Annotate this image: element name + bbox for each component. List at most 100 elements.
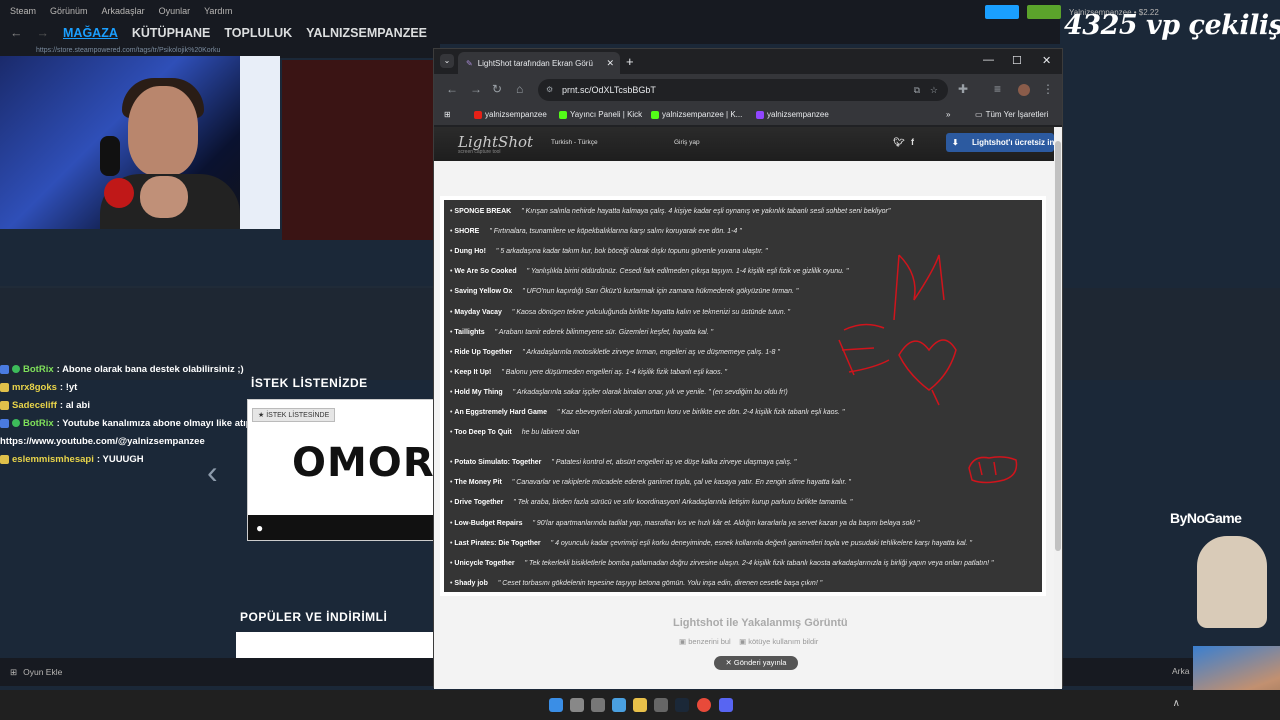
chat-text: https://www.youtube.com/@yalnizsempanzee bbox=[0, 435, 205, 447]
chat-username[interactable]: mrx8goks bbox=[12, 382, 57, 393]
scrollbar-thumb[interactable] bbox=[1055, 141, 1061, 551]
back-arrow-icon[interactable]: ← bbox=[10, 26, 23, 40]
steam-menubar: Steam Görünüm Arkadaşlar Oyunlar Yardım bbox=[0, 0, 1060, 22]
feather-icon: ✎ bbox=[466, 58, 473, 68]
forward-arrow-icon[interactable]: → bbox=[37, 26, 50, 40]
search-icon[interactable] bbox=[570, 698, 584, 712]
tab-lightshot[interactable]: ✎ LightShot tarafından Ekran Görü ✕ bbox=[458, 52, 620, 74]
steam-menu-games[interactable]: Oyunlar bbox=[159, 6, 191, 16]
profile-avatar[interactable] bbox=[1018, 84, 1030, 96]
bookmark-label: Tüm Yer İşaretleri bbox=[985, 110, 1049, 119]
steam-menu-steam[interactable]: Steam bbox=[10, 6, 36, 16]
task-view-icon[interactable] bbox=[591, 698, 605, 712]
lightshot-tagline: screen capture tool bbox=[458, 149, 501, 155]
close-window-icon[interactable]: ✕ bbox=[1042, 54, 1051, 67]
popular-title: POPÜLER VE İNDİRİMLİ bbox=[240, 610, 388, 624]
reload-icon[interactable]: ↻ bbox=[492, 82, 502, 96]
facebook-icon[interactable]: f bbox=[911, 137, 914, 147]
new-tab-icon[interactable]: + bbox=[626, 54, 634, 69]
chat-username[interactable]: BotRix bbox=[23, 364, 54, 375]
language-select[interactable]: Turkish - Türkçe bbox=[551, 139, 598, 146]
chat-text: : al abi bbox=[59, 399, 90, 411]
giveaway-overlay-text: 4325 vp çekiliş bbox=[1064, 10, 1280, 41]
youtube-icon bbox=[474, 110, 482, 119]
nav-profile[interactable]: YALNIZSEMPANZEE bbox=[306, 26, 427, 40]
chat-message: BotRix: Abone olarak bana destek olabili… bbox=[0, 360, 440, 378]
chat-badge-icon bbox=[0, 418, 9, 428]
nav-community[interactable]: TOPLULUK bbox=[224, 26, 292, 40]
install-icon[interactable]: ⧉ bbox=[914, 79, 920, 101]
forward-icon[interactable]: → bbox=[470, 82, 482, 96]
find-similar-link[interactable]: benzerini bul bbox=[688, 637, 731, 646]
report-link[interactable]: kötüye kullanım bildir bbox=[748, 637, 818, 646]
kick-icon bbox=[559, 110, 567, 119]
page-scrollbar[interactable] bbox=[1054, 127, 1062, 689]
tray-chevron-icon[interactable]: ∧ bbox=[1173, 698, 1180, 709]
start-icon[interactable] bbox=[549, 698, 563, 712]
chat-username[interactable]: eslemmismhesapi bbox=[12, 454, 94, 465]
settings-icon[interactable] bbox=[654, 698, 668, 712]
tab-search-icon[interactable]: ⌄ bbox=[440, 54, 454, 68]
media-icon[interactable]: ≡ bbox=[994, 82, 1001, 96]
kick-icon bbox=[651, 110, 659, 119]
add-game-button[interactable]: Oyun Ekle bbox=[23, 667, 62, 677]
flag-icon: ▣ bbox=[739, 637, 747, 646]
maximize-icon[interactable]: ☐ bbox=[1012, 54, 1022, 67]
chat-text: : YUUUGH bbox=[96, 453, 144, 465]
screenshot-content: • SPONGE BREAK " Kırışan salınla nehirde … bbox=[444, 200, 1042, 592]
verified-icon bbox=[12, 365, 20, 373]
discord-icon[interactable] bbox=[719, 698, 733, 712]
tab-close-icon[interactable]: ✕ bbox=[606, 58, 614, 69]
x-icon: ✕ bbox=[725, 658, 732, 667]
apps-icon[interactable]: ⊞ bbox=[444, 110, 451, 119]
menu-icon[interactable]: ⋮ bbox=[1042, 82, 1054, 96]
carousel-prev-icon[interactable]: ‹ bbox=[207, 454, 218, 491]
screenshot-image[interactable]: • SPONGE BREAK " Kırışan salınla nehirde … bbox=[440, 196, 1046, 596]
chat-username[interactable]: BotRix bbox=[23, 418, 54, 429]
explorer-icon[interactable] bbox=[633, 698, 647, 712]
bookmark-kick-channel[interactable]: yalnizsempanzee | K... bbox=[651, 110, 742, 119]
home-icon[interactable]: ⌂ bbox=[516, 82, 523, 96]
bookmark-youtube[interactable]: yalnizsempanzee bbox=[474, 110, 547, 119]
steam-menu-help[interactable]: Yardım bbox=[204, 6, 232, 16]
login-link[interactable]: Giriş yap bbox=[674, 139, 700, 146]
wishlist-game-card[interactable]: ★ İSTEK LİSTESİNDE OMORI ● bbox=[247, 399, 450, 541]
notification-button[interactable] bbox=[1027, 5, 1061, 19]
widgets-icon[interactable] bbox=[612, 698, 626, 712]
platform-bar: ● bbox=[248, 515, 436, 540]
bookmark-kick-panel[interactable]: Yayıncı Paneli | Kick bbox=[559, 110, 642, 119]
tab-strip: ⌄ ✎ LightShot tarafından Ekran Görü ✕ + … bbox=[434, 49, 1062, 74]
more-bookmarks-icon[interactable]: » bbox=[946, 110, 950, 119]
bookmark-twitch[interactable]: yalnizsempanzee bbox=[756, 110, 829, 119]
chat-text: : Abone olarak bana destek olabilirsiniz… bbox=[56, 363, 244, 375]
steam-menu-view[interactable]: Görünüm bbox=[50, 6, 88, 16]
verified-icon bbox=[12, 419, 20, 427]
post-label: Gönderi yayınla bbox=[733, 658, 787, 667]
add-game-icon[interactable]: ⊞ bbox=[10, 667, 17, 678]
nav-library[interactable]: KÜTÜPHANE bbox=[132, 26, 210, 40]
extensions-icon[interactable]: ✚ bbox=[958, 82, 968, 96]
minimize-icon[interactable]: — bbox=[983, 54, 994, 66]
back-icon[interactable]: ← bbox=[446, 82, 458, 96]
site-info-icon[interactable]: ⚙ bbox=[546, 79, 553, 101]
chrome-icon[interactable] bbox=[697, 698, 711, 712]
post-button[interactable]: ✕ Gönderi yayınla bbox=[714, 656, 798, 670]
rose-image bbox=[104, 178, 134, 208]
nav-store[interactable]: MAĞAZA bbox=[63, 26, 118, 40]
announce-button[interactable] bbox=[985, 5, 1019, 19]
bookmark-star-icon[interactable]: ☆ bbox=[930, 79, 938, 101]
friends-chat-label[interactable]: Arka bbox=[1172, 666, 1189, 676]
image-icon: ▣ bbox=[679, 637, 687, 646]
windows-taskbar: ∧ bbox=[0, 690, 1280, 720]
chat-username[interactable]: Sadeceliff bbox=[12, 400, 57, 411]
download-button[interactable]: ⬇ Lightshot'ı ücretsiz indir bbox=[946, 133, 1054, 152]
screenshot-actions: ▣ benzerini bul ▣ kötüye kullanım bildir bbox=[679, 637, 818, 646]
steam-menu-friends[interactable]: Arkadaşlar bbox=[102, 6, 145, 16]
popular-carousel[interactable] bbox=[236, 632, 436, 658]
game-logo: OMORI bbox=[292, 440, 451, 486]
all-bookmarks[interactable]: ▭ Tüm Yer İşaretleri bbox=[975, 110, 1048, 119]
address-bar[interactable]: ⚙ prnt.sc/OdXLTcsbBGbT ⧉ ☆ bbox=[538, 79, 948, 101]
screenshot-caption: Lightshot ile Yakalanmış Görüntü bbox=[673, 617, 848, 629]
twitter-icon[interactable]: 🐦︎ bbox=[893, 137, 904, 148]
steam-icon[interactable] bbox=[675, 698, 689, 712]
